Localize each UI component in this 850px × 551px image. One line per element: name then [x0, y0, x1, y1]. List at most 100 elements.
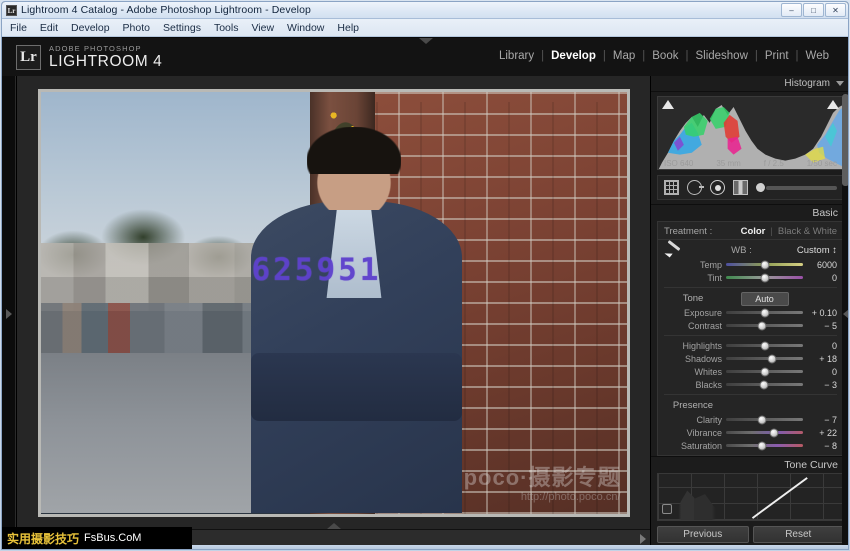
- graduated-filter-icon[interactable]: [733, 180, 748, 195]
- spot-removal-icon[interactable]: [687, 180, 702, 195]
- slider-shadows[interactable]: Shadows + 18: [658, 352, 843, 365]
- menu-file[interactable]: File: [10, 22, 27, 34]
- treatment-row: Treatment : Color | Black & White: [658, 224, 843, 240]
- tone-curve-title: Tone Curve: [784, 459, 838, 471]
- module-map[interactable]: Map: [606, 50, 642, 62]
- menu-develop[interactable]: Develop: [71, 22, 110, 34]
- slider-saturation-label: Saturation: [664, 441, 722, 451]
- adjustment-brush-icon[interactable]: [756, 183, 837, 192]
- minimize-button[interactable]: –: [781, 3, 802, 17]
- module-web[interactable]: Web: [799, 50, 836, 62]
- module-develop[interactable]: Develop: [544, 50, 603, 62]
- right-panel-collapse-arrow[interactable]: [843, 309, 849, 319]
- basic-panel-header[interactable]: Basic: [651, 204, 849, 221]
- treatment-bw-option[interactable]: Black & White: [778, 226, 837, 237]
- close-button[interactable]: ✕: [825, 3, 846, 17]
- slider-temp-knob[interactable]: [760, 260, 769, 269]
- slider-whites-track[interactable]: [726, 370, 803, 373]
- slider-temp-track[interactable]: [726, 263, 803, 266]
- slider-exposure[interactable]: Exposure + 0.10: [658, 306, 843, 319]
- slider-clarity-track[interactable]: [726, 418, 803, 421]
- module-library[interactable]: Library: [492, 50, 541, 62]
- slider-tint[interactable]: Tint 0: [658, 271, 843, 284]
- slider-highlights[interactable]: Highlights 0: [658, 339, 843, 352]
- slider-tint-track[interactable]: [726, 276, 803, 279]
- treatment-color-option[interactable]: Color: [741, 226, 766, 237]
- menu-settings[interactable]: Settings: [163, 22, 201, 34]
- maximize-button[interactable]: □: [803, 3, 824, 17]
- slider-shadows-knob[interactable]: [768, 354, 777, 363]
- toolbar-right-arrow-icon[interactable]: [640, 534, 646, 544]
- tone-curve-header[interactable]: Tone Curve: [651, 456, 849, 473]
- tone-divider: [664, 335, 837, 336]
- crop-overlay-icon[interactable]: [664, 180, 679, 195]
- slider-shadows-track[interactable]: [726, 357, 803, 360]
- auto-tone-button[interactable]: Auto: [741, 292, 789, 306]
- slider-blacks-knob[interactable]: [759, 380, 768, 389]
- chevron-down-icon[interactable]: [836, 81, 844, 86]
- slider-whites-knob[interactable]: [760, 367, 769, 376]
- tone-curve-panel[interactable]: [657, 473, 844, 521]
- eyedropper-icon[interactable]: [664, 242, 686, 258]
- site-watermark-cn: 实用摄影技巧: [7, 530, 79, 547]
- right-panel-scrollbar[interactable]: [842, 94, 849, 549]
- top-panel-toggle-arrow[interactable]: [419, 38, 433, 44]
- targeted-adjustment-icon[interactable]: [662, 504, 672, 514]
- slider-contrast[interactable]: Contrast − 5: [658, 319, 843, 332]
- module-slideshow[interactable]: Slideshow: [688, 50, 754, 62]
- slider-exposure-knob[interactable]: [760, 308, 769, 317]
- slider-contrast-knob[interactable]: [758, 321, 767, 330]
- slider-vibrance[interactable]: Vibrance + 22: [658, 426, 843, 439]
- site-watermark: 实用摄影技巧 FsBus.CoM: [2, 527, 192, 549]
- slider-saturation[interactable]: Saturation − 8: [658, 439, 843, 452]
- slider-saturation-track[interactable]: [726, 444, 803, 447]
- menu-tools[interactable]: Tools: [214, 22, 239, 34]
- slider-exposure-track[interactable]: [726, 311, 803, 314]
- center-column: 625951 poco·摄影专题 http://photo.poco.cn/: [16, 76, 650, 550]
- treatment-divider: |: [770, 226, 772, 237]
- tone-curve-line[interactable]: [658, 474, 843, 520]
- module-book[interactable]: Book: [645, 50, 685, 62]
- slider-vibrance-knob[interactable]: [769, 428, 778, 437]
- previous-button[interactable]: Previous: [657, 526, 749, 543]
- main-split: 625951 poco·摄影专题 http://photo.poco.cn/: [2, 76, 849, 550]
- brand-subtitle: ADOBE PHOTOSHOP: [49, 44, 162, 53]
- photo-image: [41, 92, 627, 514]
- presence-section-header: Presence: [658, 398, 843, 413]
- right-panel-scroll-thumb[interactable]: [842, 94, 849, 186]
- wb-label: WB :: [731, 245, 752, 256]
- module-print[interactable]: Print: [758, 50, 796, 62]
- menu-view[interactable]: View: [251, 22, 274, 34]
- left-panel-expand-arrow[interactable]: [6, 309, 12, 319]
- slider-whites[interactable]: Whites 0: [658, 365, 843, 378]
- slider-highlights-track[interactable]: [726, 344, 803, 347]
- slider-saturation-knob[interactable]: [758, 441, 767, 450]
- brand-title: LIGHTROOM 4: [49, 53, 162, 70]
- histogram-panel[interactable]: ISO 640 35 mm f / 2.5 1/50 sec: [657, 96, 844, 170]
- red-eye-icon[interactable]: [710, 180, 725, 195]
- left-panel-collapsed[interactable]: [2, 76, 16, 550]
- tone-label: Tone: [664, 293, 722, 304]
- histogram-focal-length: 35 mm: [716, 159, 740, 168]
- slider-contrast-track[interactable]: [726, 324, 803, 327]
- presence-divider: [664, 394, 837, 395]
- slider-highlights-knob[interactable]: [760, 341, 769, 350]
- slider-blacks[interactable]: Blacks − 3: [658, 378, 843, 391]
- menu-window[interactable]: Window: [287, 22, 324, 34]
- slider-blacks-track[interactable]: [726, 383, 803, 386]
- menu-photo[interactable]: Photo: [123, 22, 150, 34]
- slider-clarity-knob[interactable]: [758, 415, 767, 424]
- slider-clarity[interactable]: Clarity − 7: [658, 413, 843, 426]
- menu-help[interactable]: Help: [337, 22, 359, 34]
- identity-plate[interactable]: Lr ADOBE PHOTOSHOP LIGHTROOM 4: [16, 44, 162, 70]
- module-picker: Library | Develop | Map | Book | Slidesh…: [492, 50, 836, 62]
- photo-frame[interactable]: 625951 poco·摄影专题 http://photo.poco.cn/: [38, 89, 630, 517]
- image-canvas[interactable]: 625951 poco·摄影专题 http://photo.poco.cn/: [17, 76, 650, 529]
- menu-edit[interactable]: Edit: [40, 22, 58, 34]
- slider-vibrance-track[interactable]: [726, 431, 803, 434]
- wb-value[interactable]: Custom ↕: [797, 245, 837, 256]
- reset-button[interactable]: Reset: [753, 526, 845, 543]
- slider-temp[interactable]: Temp 6000: [658, 258, 843, 271]
- histogram-header[interactable]: Histogram: [651, 76, 849, 92]
- slider-tint-knob[interactable]: [760, 273, 769, 282]
